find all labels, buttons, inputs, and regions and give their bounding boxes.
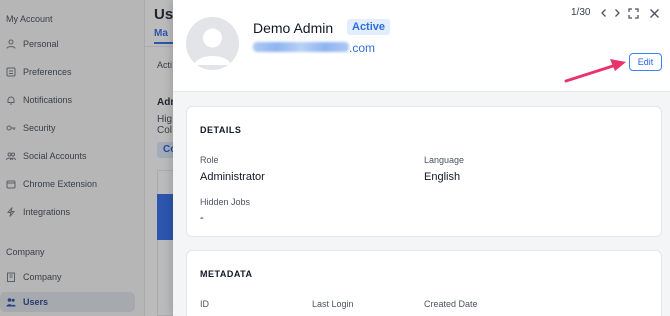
user-email[interactable]: .com: [349, 41, 375, 55]
details-card: DETAILS Role Administrator Language Engl…: [186, 106, 662, 237]
annotation-arrow-icon: [564, 59, 626, 83]
language-label: Language: [424, 155, 465, 165]
created-date-label: Created Date: [424, 299, 478, 309]
role-label: Role: [200, 155, 219, 165]
hidden-jobs-label: Hidden Jobs: [200, 197, 251, 207]
status-badge: Active: [347, 19, 391, 35]
avatar: [186, 17, 239, 70]
close-icon[interactable]: [647, 6, 661, 20]
language-value: English: [424, 171, 461, 183]
chevron-right-icon[interactable]: [610, 6, 624, 20]
details-heading: DETAILS: [200, 125, 242, 135]
hidden-jobs-value: -: [200, 212, 204, 224]
role-value: Administrator: [200, 171, 265, 183]
metadata-card: METADATA ID Last Login Created Date: [186, 250, 662, 316]
user-name: Demo Admin: [253, 20, 334, 36]
expand-icon[interactable]: [626, 6, 640, 20]
email-redacted: [253, 42, 349, 52]
chevron-left-icon[interactable]: [597, 6, 611, 20]
id-label: ID: [200, 299, 209, 309]
last-login-label: Last Login: [312, 299, 354, 309]
edit-button[interactable]: Edit: [629, 53, 662, 71]
pagination-counter: 1/30: [571, 7, 591, 18]
metadata-heading: METADATA: [200, 269, 253, 279]
user-detail-drawer: Demo Admin Active .com 1/30 Edit DETAILS…: [173, 0, 670, 316]
